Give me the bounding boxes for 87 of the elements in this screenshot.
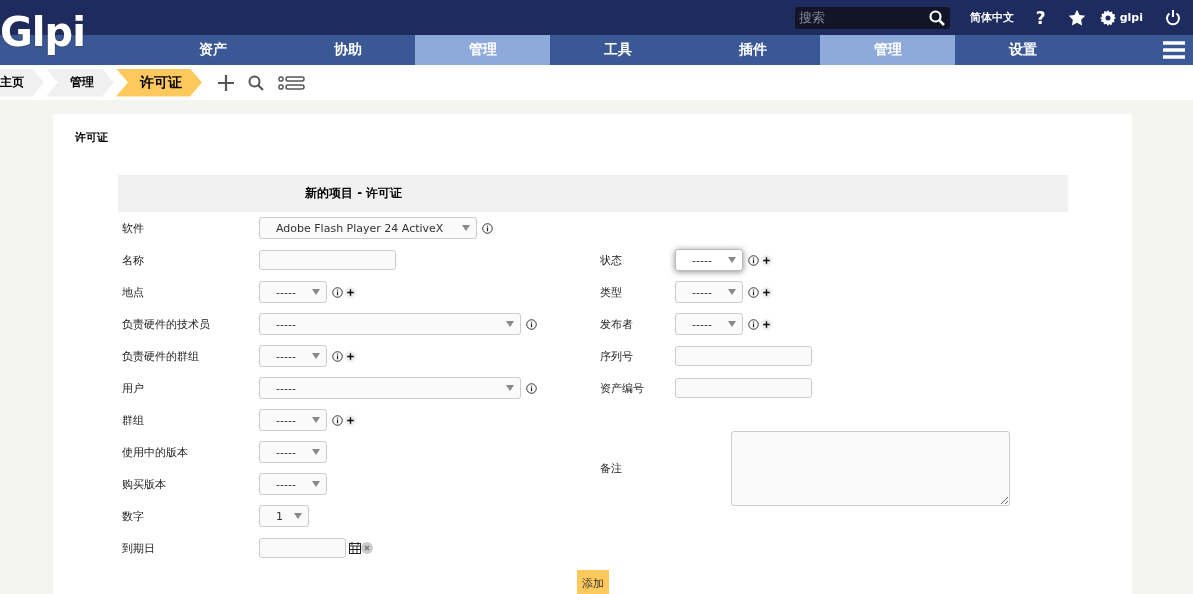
field-label: 负责硬件的群组 bbox=[122, 348, 200, 364]
field-label: 类型 bbox=[600, 284, 623, 300]
power-icon[interactable] bbox=[1165, 9, 1181, 26]
dropdown[interactable]: ----- bbox=[259, 377, 521, 399]
user-link[interactable]: glpi bbox=[1119, 11, 1143, 24]
add-icon[interactable] bbox=[218, 74, 234, 91]
menu-tab[interactable]: 协助 bbox=[280, 35, 415, 65]
menu-tab[interactable]: 插件 bbox=[685, 35, 820, 65]
caret-icon bbox=[312, 449, 320, 455]
info-icon[interactable] bbox=[332, 350, 343, 362]
dropdown[interactable]: Adobe Flash Player 24 ActiveX bbox=[259, 217, 477, 239]
search-field[interactable]: 搜索 bbox=[794, 6, 950, 29]
caret-icon bbox=[312, 417, 320, 423]
menu-tab[interactable]: 工具 bbox=[550, 35, 685, 65]
field-label: 群组 bbox=[122, 412, 145, 428]
info-icon[interactable] bbox=[332, 414, 343, 426]
dropdown[interactable]: ----- bbox=[675, 281, 743, 303]
caret-icon bbox=[312, 289, 320, 295]
field-label: 负责硬件的技术员 bbox=[122, 316, 211, 332]
breadcrumb-link[interactable]: 许可证 bbox=[116, 68, 202, 97]
field-label: 状态 bbox=[600, 252, 623, 268]
field-label: 用户 bbox=[122, 380, 145, 396]
breadcrumb-link[interactable]: 管理 bbox=[46, 68, 114, 97]
text-field[interactable] bbox=[675, 378, 812, 398]
text-field[interactable] bbox=[675, 346, 812, 366]
text-field[interactable] bbox=[259, 250, 396, 270]
field-label: 使用中的版本 bbox=[122, 444, 189, 460]
add-icon[interactable] bbox=[345, 286, 356, 298]
add-icon[interactable] bbox=[345, 350, 356, 362]
caret-icon bbox=[506, 321, 514, 327]
dropdown[interactable]: ----- bbox=[259, 441, 327, 463]
date-field[interactable] bbox=[259, 538, 346, 558]
add-button[interactable]: 添加 bbox=[577, 570, 609, 594]
add-icon[interactable] bbox=[761, 318, 772, 330]
star-icon[interactable] bbox=[1067, 8, 1086, 27]
info-icon[interactable] bbox=[526, 382, 537, 394]
menu-tab[interactable]: 资产 bbox=[145, 35, 280, 65]
dropdown[interactable]: ----- bbox=[675, 313, 743, 335]
field-label: 备注 bbox=[600, 461, 623, 476]
gear-icon[interactable] bbox=[1099, 9, 1116, 26]
field-label: 发布者 bbox=[600, 316, 634, 332]
field-label: 地点 bbox=[122, 284, 145, 300]
search-icon[interactable] bbox=[928, 9, 945, 26]
help-link[interactable]: ? bbox=[1035, 7, 1046, 28]
caret-icon bbox=[462, 225, 470, 231]
info-icon[interactable] bbox=[332, 286, 343, 298]
caret-icon bbox=[728, 257, 736, 263]
list-icon[interactable] bbox=[278, 75, 305, 90]
logo[interactable]: Glpi bbox=[0, 8, 85, 56]
dropdown[interactable]: ----- bbox=[259, 313, 521, 335]
field-label: 资产编号 bbox=[600, 380, 645, 396]
add-icon[interactable] bbox=[761, 254, 772, 266]
caret-icon bbox=[506, 385, 514, 391]
field-label: 购买版本 bbox=[122, 476, 167, 492]
caret-icon bbox=[728, 321, 736, 327]
card-title: 许可证 bbox=[75, 130, 109, 145]
field-label: 数字 bbox=[122, 508, 145, 524]
form-header: 新的项目 - 许可证 bbox=[118, 175, 1068, 212]
dropdown[interactable]: ----- bbox=[259, 281, 327, 303]
add-icon[interactable] bbox=[761, 286, 772, 298]
dropdown[interactable]: ----- bbox=[259, 473, 327, 495]
language-link[interactable]: 简体中文 bbox=[969, 10, 1014, 25]
info-icon[interactable] bbox=[748, 254, 759, 266]
dropdown[interactable]: ----- bbox=[675, 249, 743, 271]
info-icon[interactable] bbox=[526, 318, 537, 330]
caret-icon bbox=[312, 353, 320, 359]
caret-icon bbox=[728, 289, 736, 295]
search-icon[interactable] bbox=[248, 74, 264, 91]
info-icon[interactable] bbox=[748, 318, 759, 330]
info-icon[interactable] bbox=[748, 286, 759, 298]
caret-icon bbox=[312, 481, 320, 487]
calendar-icon[interactable] bbox=[349, 542, 361, 554]
dropdown[interactable]: 1 bbox=[259, 505, 309, 527]
dropdown[interactable]: ----- bbox=[259, 345, 327, 367]
menu-icon[interactable] bbox=[1163, 41, 1185, 59]
breadcrumb-link[interactable]: 主页 bbox=[0, 68, 44, 97]
dropdown[interactable]: ----- bbox=[259, 409, 327, 431]
field-label: 软件 bbox=[122, 220, 145, 236]
info-icon[interactable] bbox=[482, 222, 493, 234]
field-label: 到期日 bbox=[122, 540, 156, 556]
menu-tab[interactable]: 设置 bbox=[955, 35, 1090, 65]
field-label: 序列号 bbox=[600, 348, 634, 364]
caret-icon bbox=[294, 513, 302, 519]
notes-field[interactable] bbox=[731, 431, 1010, 506]
add-icon[interactable] bbox=[345, 414, 356, 426]
clear-icon[interactable] bbox=[361, 542, 373, 554]
field-label: 名称 bbox=[122, 252, 145, 268]
